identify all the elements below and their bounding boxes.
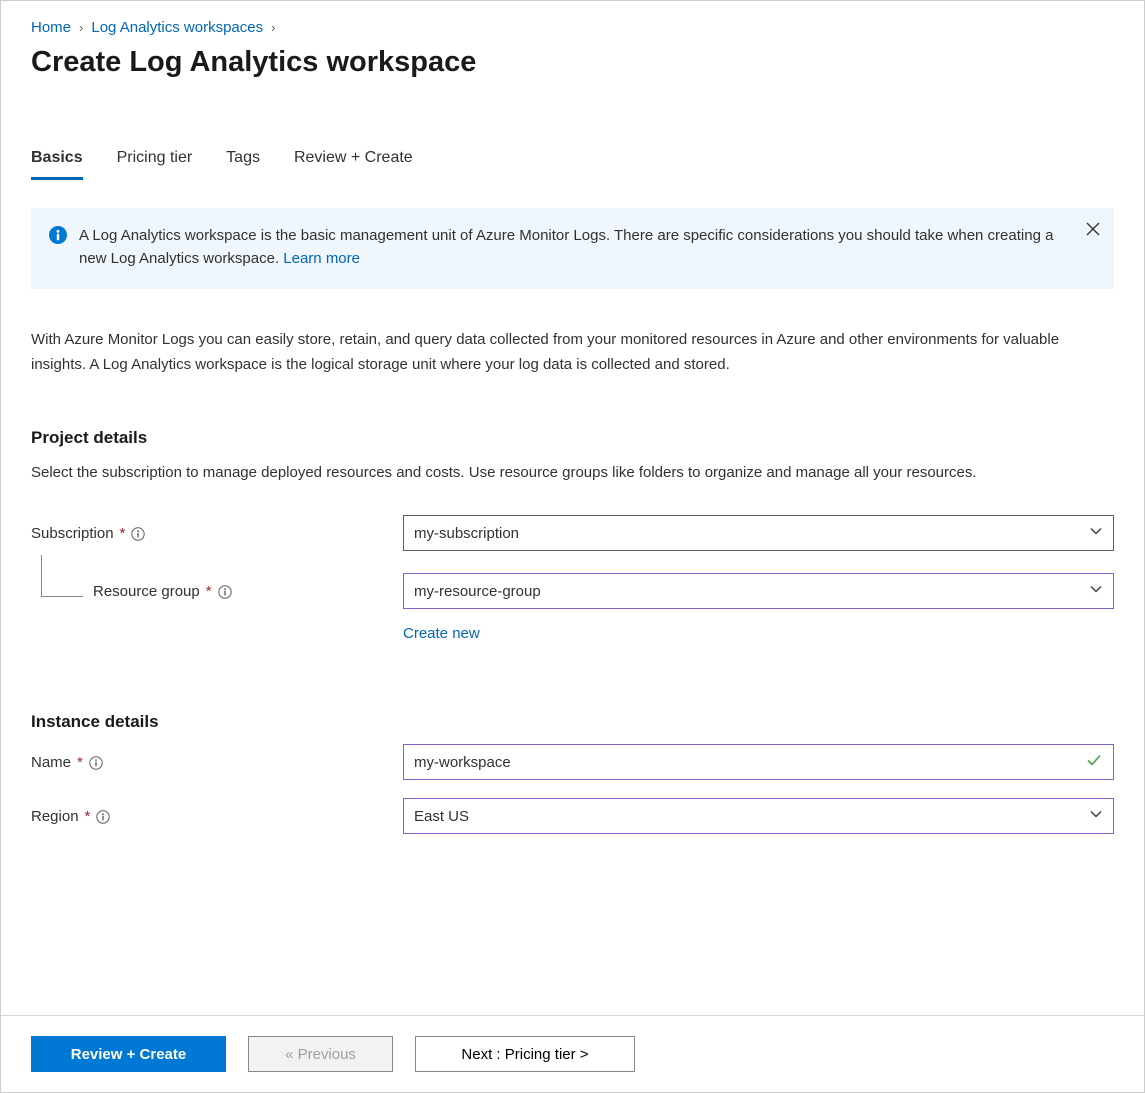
subscription-select[interactable]: my-subscription — [403, 515, 1114, 551]
subscription-value: my-subscription — [414, 525, 519, 542]
chevron-right-icon: › — [271, 20, 275, 35]
instance-details-heading: Instance details — [31, 712, 1114, 732]
create-new-link[interactable]: Create new — [403, 625, 480, 642]
name-value: my-workspace — [414, 754, 511, 771]
required-indicator: * — [120, 525, 126, 542]
info-icon[interactable] — [89, 754, 103, 771]
project-details-heading: Project details — [31, 428, 1114, 448]
next-button[interactable]: Next : Pricing tier > — [415, 1036, 635, 1072]
required-indicator: * — [206, 583, 212, 600]
learn-more-link[interactable]: Learn more — [283, 250, 360, 267]
required-indicator: * — [85, 808, 91, 825]
tab-tags[interactable]: Tags — [226, 149, 260, 180]
region-label: Region — [31, 808, 79, 825]
breadcrumb-home[interactable]: Home — [31, 19, 71, 36]
tab-review-create[interactable]: Review + Create — [294, 149, 413, 180]
info-icon[interactable] — [96, 808, 110, 825]
region-value: East US — [414, 808, 469, 825]
intro-text: With Azure Monitor Logs you can easily s… — [31, 327, 1114, 378]
previous-button[interactable]: « Previous — [248, 1036, 393, 1072]
info-banner-text: A Log Analytics workspace is the basic m… — [79, 227, 1053, 267]
name-input[interactable]: my-workspace — [403, 744, 1114, 780]
resource-group-select[interactable]: my-resource-group — [403, 573, 1114, 609]
footer: Review + Create « Previous Next : Pricin… — [1, 1015, 1144, 1092]
info-banner: A Log Analytics workspace is the basic m… — [31, 208, 1114, 289]
info-icon — [49, 226, 67, 271]
chevron-down-icon — [1089, 582, 1103, 600]
page-title: Create Log Analytics workspace — [31, 46, 1114, 79]
info-icon[interactable] — [218, 583, 232, 600]
breadcrumb: Home › Log Analytics workspaces › — [31, 19, 1114, 36]
breadcrumb-workspaces[interactable]: Log Analytics workspaces — [91, 19, 263, 36]
checkmark-icon — [1085, 751, 1103, 773]
project-details-desc: Select the subscription to manage deploy… — [31, 460, 1114, 486]
info-icon[interactable] — [131, 525, 145, 542]
chevron-down-icon — [1089, 524, 1103, 542]
resource-group-label: Resource group — [93, 583, 200, 600]
region-select[interactable]: East US — [403, 798, 1114, 834]
resource-group-value: my-resource-group — [414, 583, 541, 600]
subscription-label: Subscription — [31, 525, 114, 542]
review-create-button[interactable]: Review + Create — [31, 1036, 226, 1072]
close-icon[interactable] — [1086, 220, 1100, 243]
chevron-down-icon — [1089, 807, 1103, 825]
name-label: Name — [31, 754, 71, 771]
required-indicator: * — [77, 754, 83, 771]
tab-basics[interactable]: Basics — [31, 149, 83, 180]
tree-connector — [41, 555, 83, 597]
tabs: Basics Pricing tier Tags Review + Create — [31, 149, 1114, 180]
tab-pricing-tier[interactable]: Pricing tier — [117, 149, 193, 180]
chevron-right-icon: › — [79, 20, 83, 35]
